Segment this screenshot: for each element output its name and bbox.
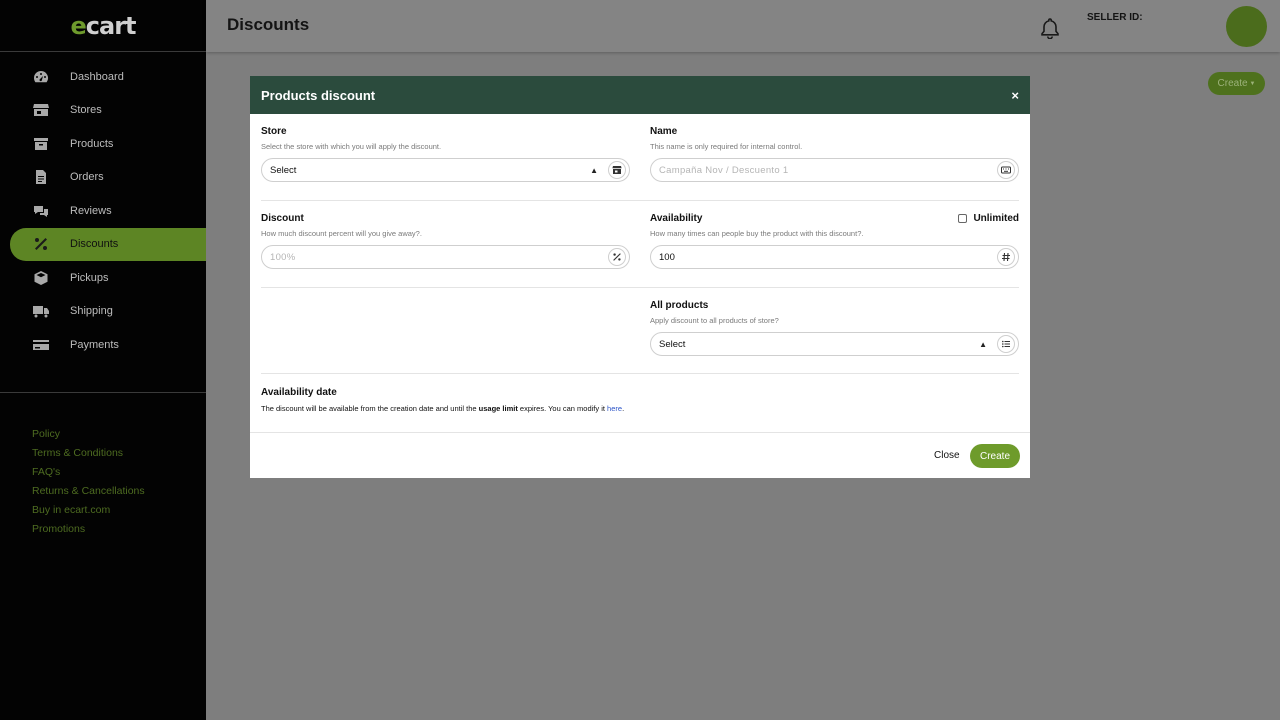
usage-limit-text: usage limit [478,404,518,413]
dashboard-icon [33,69,49,85]
sidebar-item-payments[interactable]: Payments [0,328,206,362]
name-help: This name is only required for internal … [650,142,803,151]
divider [261,373,1019,374]
sidebar-item-label: Reviews [70,204,112,217]
document-icon [33,169,49,185]
divider [261,287,1019,288]
percent-icon [33,236,49,252]
footer-link-buy[interactable]: Buy in ecart.com [32,501,145,520]
modal-title: Products discount [261,87,376,103]
modal-footer: Close Create [250,432,1030,478]
checkbox[interactable] [958,214,968,223]
keyboard-icon [997,161,1015,179]
divider [261,200,1019,201]
footer-link-faqs[interactable]: FAQ's [32,463,145,482]
footer-link-policy[interactable]: Policy [32,425,145,444]
bell-icon[interactable] [1040,17,1060,39]
name-label: Name [650,126,678,137]
sidebar-divider [0,392,206,393]
truck-icon [33,303,49,319]
avatar[interactable] [1226,6,1267,47]
sidebar-nav: Dashboard Stores Products Orders Reviews… [0,60,206,362]
store-select-value: Select [270,164,297,176]
discount-placeholder: 100% [270,251,296,263]
sidebar-item-stores[interactable]: Stores [0,94,206,128]
products-discount-modal: Products discount × Store Select the sto… [250,76,1030,478]
list-icon[interactable] [997,335,1015,353]
discount-help: How much discount percent will you give … [261,229,422,238]
sidebar-item-products[interactable]: Products [0,127,206,161]
sidebar: ecart Dashboard Stores Products Orders R… [0,0,206,720]
availability-date-label: Availability date [261,387,337,398]
select-caret-icon: ▲︎ [979,339,987,349]
sidebar-item-discounts[interactable]: Discounts [10,227,206,261]
sidebar-item-label: Stores [70,104,102,117]
all-products-group: All products Apply discount to all produ… [650,300,1019,356]
store-icon [33,102,49,118]
page-title: Discounts [227,15,310,34]
modal-header: Products discount × [250,76,1030,114]
name-input[interactable]: Campaña Nov / Descuento 1 [650,158,1019,182]
store-label: Store [261,126,287,137]
footer-link-promotions[interactable]: Promotions [32,520,145,539]
discount-group: Discount How much discount percent will … [261,213,630,269]
availability-group: Availability Unlimited How many times ca… [650,213,1019,269]
close-icon[interactable]: × [1011,88,1019,103]
unlimited-checkbox[interactable]: Unlimited [958,213,1019,224]
all-products-select-value: Select [659,338,686,350]
sidebar-item-dashboard[interactable]: Dashboard [0,60,206,94]
availability-help: How many times can people buy the produc… [650,229,864,238]
store-select[interactable]: Select ▲︎ [261,158,630,182]
cube-icon [33,270,49,286]
footer-link-terms[interactable]: Terms & Conditions [32,444,145,463]
availability-date-section: Availability date The discount will be a… [261,387,1019,413]
select-caret-icon: ▲︎ [590,165,598,175]
sidebar-item-label: Dashboard [70,70,124,83]
name-placeholder: Campaña Nov / Descuento 1 [659,164,789,176]
sidebar-item-orders[interactable]: Orders [0,161,206,195]
store-icon[interactable] [608,161,626,179]
sidebar-item-reviews[interactable]: Reviews [0,194,206,228]
sidebar-item-label: Products [70,137,114,150]
sidebar-footer-links: Policy Terms & Conditions FAQ's Returns … [32,425,145,539]
store-group: Store Select the store with which you wi… [261,126,630,182]
availability-input[interactable]: 100 [650,245,1019,269]
ecart-logo[interactable]: ecart [0,0,206,52]
seller-id-label: SELLER ID: [1087,12,1143,23]
sidebar-item-label: Pickups [70,271,109,284]
modify-here-link[interactable]: here [607,404,622,413]
box-icon [33,136,49,152]
create-button[interactable]: Create [970,444,1020,468]
all-products-help: Apply discount to all products of store? [650,316,779,325]
all-products-label: All products [650,300,709,311]
sidebar-item-label: Discounts [70,238,119,251]
credit-card-icon [33,337,49,353]
name-group: Name This name is only required for inte… [650,126,1019,182]
create-dropdown-button[interactable]: Create ▼ [1208,72,1265,95]
store-help: Select the store with which you will app… [261,142,442,151]
sidebar-item-label: Orders [70,171,104,184]
unlimited-label: Unlimited [973,213,1019,224]
footer-link-returns[interactable]: Returns & Cancellations [32,482,145,501]
sidebar-item-pickups[interactable]: Pickups [0,261,206,295]
availability-date-text: The discount will be available from the … [261,404,625,413]
top-bar: Discounts SELLER ID: [206,0,1280,52]
discount-label: Discount [261,213,304,224]
chat-icon [33,203,49,219]
sidebar-item-label: Payments [70,338,119,351]
availability-value: 100 [659,251,675,263]
all-products-select[interactable]: Select ▲︎ [650,332,1019,356]
discount-input[interactable]: 100% [261,245,630,269]
sidebar-item-label: Shipping [70,305,113,318]
sidebar-item-shipping[interactable]: Shipping [0,295,206,329]
percent-icon [608,248,626,266]
close-button[interactable]: Close [934,450,960,461]
hashtag-icon [997,248,1015,266]
